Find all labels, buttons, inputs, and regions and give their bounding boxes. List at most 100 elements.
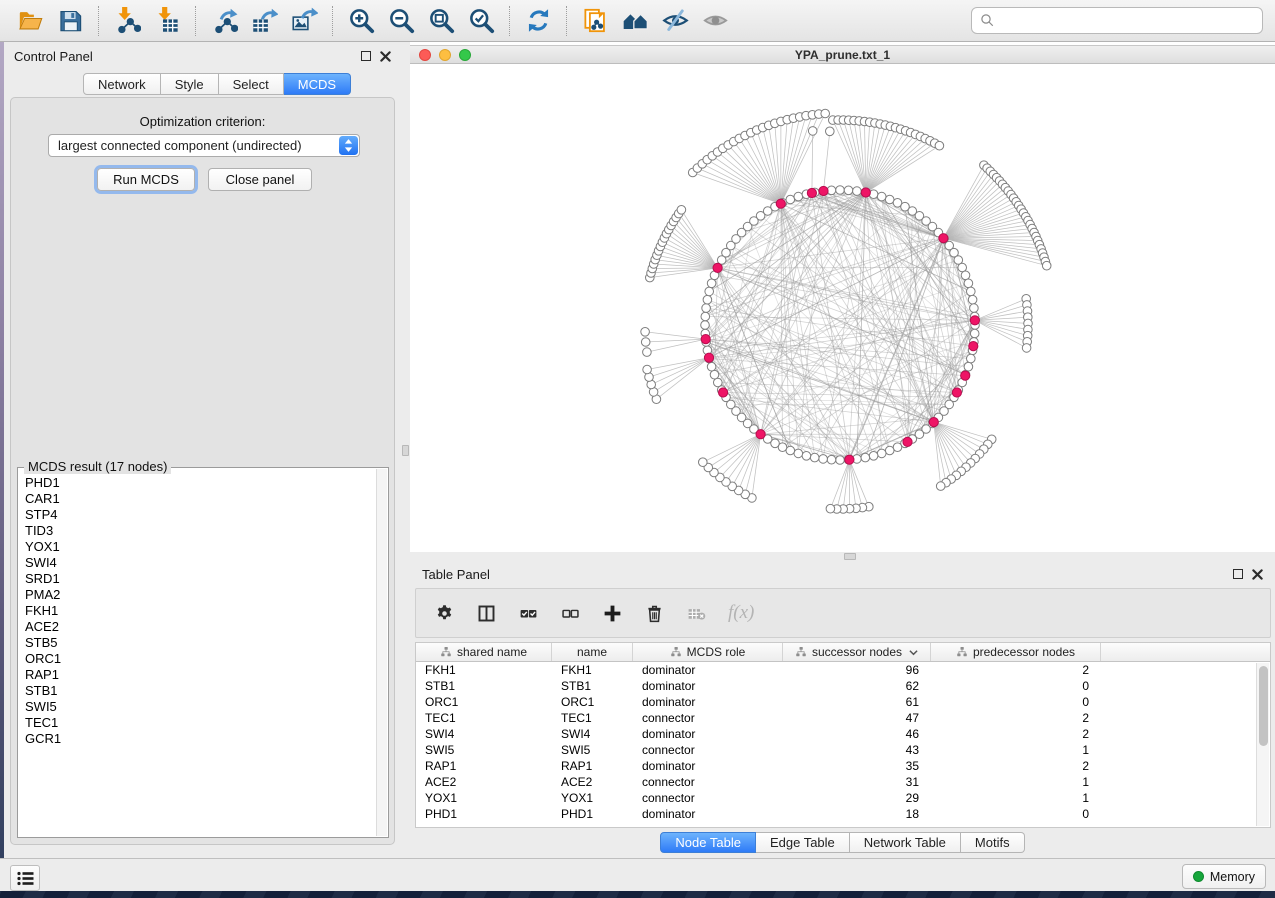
show-all-button[interactable] [695,3,735,39]
mcds-graph-node[interactable] [970,316,979,325]
export-network-button[interactable] [204,3,244,39]
tab-network-table[interactable]: Network Table [850,832,961,853]
mcds-result-item[interactable]: TID3 [19,523,376,539]
table-scrollbar[interactable] [1256,663,1269,826]
mcds-result-item[interactable]: TEC1 [19,715,376,731]
refresh-network-button[interactable] [518,3,558,39]
network-canvas[interactable] [410,64,1275,552]
mcds-graph-node[interactable] [819,186,828,195]
close-panel-button[interactable]: Close panel [208,168,312,191]
mcds-graph-node[interactable] [713,263,722,272]
mcds-graph-node[interactable] [969,342,978,351]
tab-select[interactable]: Select [219,73,284,95]
mcds-graph-node[interactable] [903,437,912,446]
mcds-graph-node[interactable] [845,455,854,464]
zoom-selected-button[interactable] [461,3,501,39]
table-row-ORC1[interactable]: ORC1ORC1dominator610 [416,694,1270,710]
mcds-graph-node[interactable] [719,388,728,397]
mcds-result-item[interactable]: SWI5 [19,699,376,715]
search-input[interactable] [1001,13,1254,28]
column-header-shared-name[interactable]: shared name [416,643,552,661]
table-row-FKH1[interactable]: FKH1FKH1dominator962 [416,662,1270,678]
mcds-list-scrollbar[interactable] [376,469,387,836]
float-panel-icon[interactable] [361,51,371,61]
zoom-out-button[interactable] [381,3,421,39]
hide-selected-button[interactable] [655,3,695,39]
delete-table-button[interactable] [686,598,707,628]
table-row-SWI5[interactable]: SWI5SWI5connector431 [416,742,1270,758]
import-table-button[interactable] [147,3,187,39]
deselect-all-button[interactable] [560,598,581,628]
mcds-result-item[interactable]: GCR1 [19,731,376,747]
mcds-graph-node[interactable] [701,335,710,344]
table-row-STB1[interactable]: STB1STB1dominator620 [416,678,1270,694]
save-session-button[interactable] [50,3,90,39]
select-all-button[interactable] [518,598,539,628]
table-scrollbar-thumb[interactable] [1259,666,1268,746]
open-file-button[interactable] [10,3,50,39]
tab-motifs[interactable]: Motifs [961,832,1025,853]
mcds-graph-node[interactable] [807,188,816,197]
mcds-result-item[interactable]: ACE2 [19,619,376,635]
function-builder-button[interactable]: f(x) [728,598,754,628]
zoom-in-button[interactable] [341,3,381,39]
mcds-result-item[interactable]: SRD1 [19,571,376,587]
table-row-YOX1[interactable]: YOX1YOX1connector291 [416,790,1270,806]
first-neighbors-button[interactable] [615,3,655,39]
mcds-graph-node[interactable] [756,430,765,439]
mcds-result-item[interactable]: YOX1 [19,539,376,555]
optimization-criterion-select[interactable]: largest connected component (undirected) [48,134,360,157]
mcds-result-item[interactable]: PHD1 [19,475,376,491]
float-table-panel-icon[interactable] [1233,569,1243,579]
panel-menu-button[interactable] [10,865,40,891]
tab-mcds[interactable]: MCDS [284,73,351,95]
export-table-button[interactable] [244,3,284,39]
column-layout-button[interactable] [476,598,497,628]
mcds-graph-node[interactable] [929,418,938,427]
column-header-predecessor-nodes[interactable]: predecessor nodes [931,643,1101,661]
mcds-result-item[interactable]: SWI4 [19,555,376,571]
run-mcds-button[interactable]: Run MCDS [97,168,195,191]
horizontal-splitter[interactable] [410,552,1275,561]
table-row-PHD1[interactable]: PHD1PHD1dominator180 [416,806,1270,822]
tab-network[interactable]: Network [83,73,161,95]
tab-style[interactable]: Style [161,73,219,95]
mcds-result-item[interactable]: FKH1 [19,603,376,619]
table-row-SWI4[interactable]: SWI4SWI4dominator462 [416,726,1270,742]
table-row-TEC1[interactable]: TEC1TEC1connector472 [416,710,1270,726]
tab-node-table[interactable]: Node Table [660,832,756,853]
mcds-result-item[interactable]: CAR1 [19,491,376,507]
table-row-ACE2[interactable]: ACE2ACE2connector311 [416,774,1270,790]
column-header-successor-nodes[interactable]: successor nodes [783,643,931,661]
mcds-graph-node[interactable] [961,371,970,380]
import-network-button[interactable] [107,3,147,39]
mcds-graph-node[interactable] [776,199,785,208]
close-panel-icon[interactable] [380,51,391,62]
horizontal-splitter-handle[interactable] [844,553,856,560]
mcds-graph-node[interactable] [704,353,713,362]
mcds-result-item[interactable]: RAP1 [19,667,376,683]
table-row-RAP1[interactable]: RAP1RAP1dominator352 [416,758,1270,774]
add-column-button[interactable] [602,598,623,628]
mcds-result-list[interactable]: PHD1CAR1STP4TID3YOX1SWI4SRD1PMA2FKH1ACE2… [19,475,376,836]
zoom-fit-button[interactable] [421,3,461,39]
vertical-splitter-handle[interactable] [402,445,409,456]
memory-button[interactable]: Memory [1182,864,1266,889]
new-network-from-selection-button[interactable] [575,3,615,39]
mcds-graph-node[interactable] [952,388,961,397]
mcds-result-item[interactable]: STB1 [19,683,376,699]
mcds-result-item[interactable]: PMA2 [19,587,376,603]
tab-edge-table[interactable]: Edge Table [756,832,850,853]
mcds-graph-node[interactable] [939,234,948,243]
mcds-graph-node[interactable] [861,188,870,197]
delete-column-button[interactable] [644,598,665,628]
column-header-name[interactable]: name [552,643,633,661]
vertical-splitter[interactable] [401,42,410,858]
table-settings-button[interactable] [434,598,455,628]
mcds-result-item[interactable]: ORC1 [19,651,376,667]
column-header-MCDS-role[interactable]: MCDS role [633,643,783,661]
mcds-result-item[interactable]: STB5 [19,635,376,651]
close-table-panel-icon[interactable] [1252,569,1263,580]
export-image-button[interactable] [284,3,324,39]
mcds-result-item[interactable]: STP4 [19,507,376,523]
